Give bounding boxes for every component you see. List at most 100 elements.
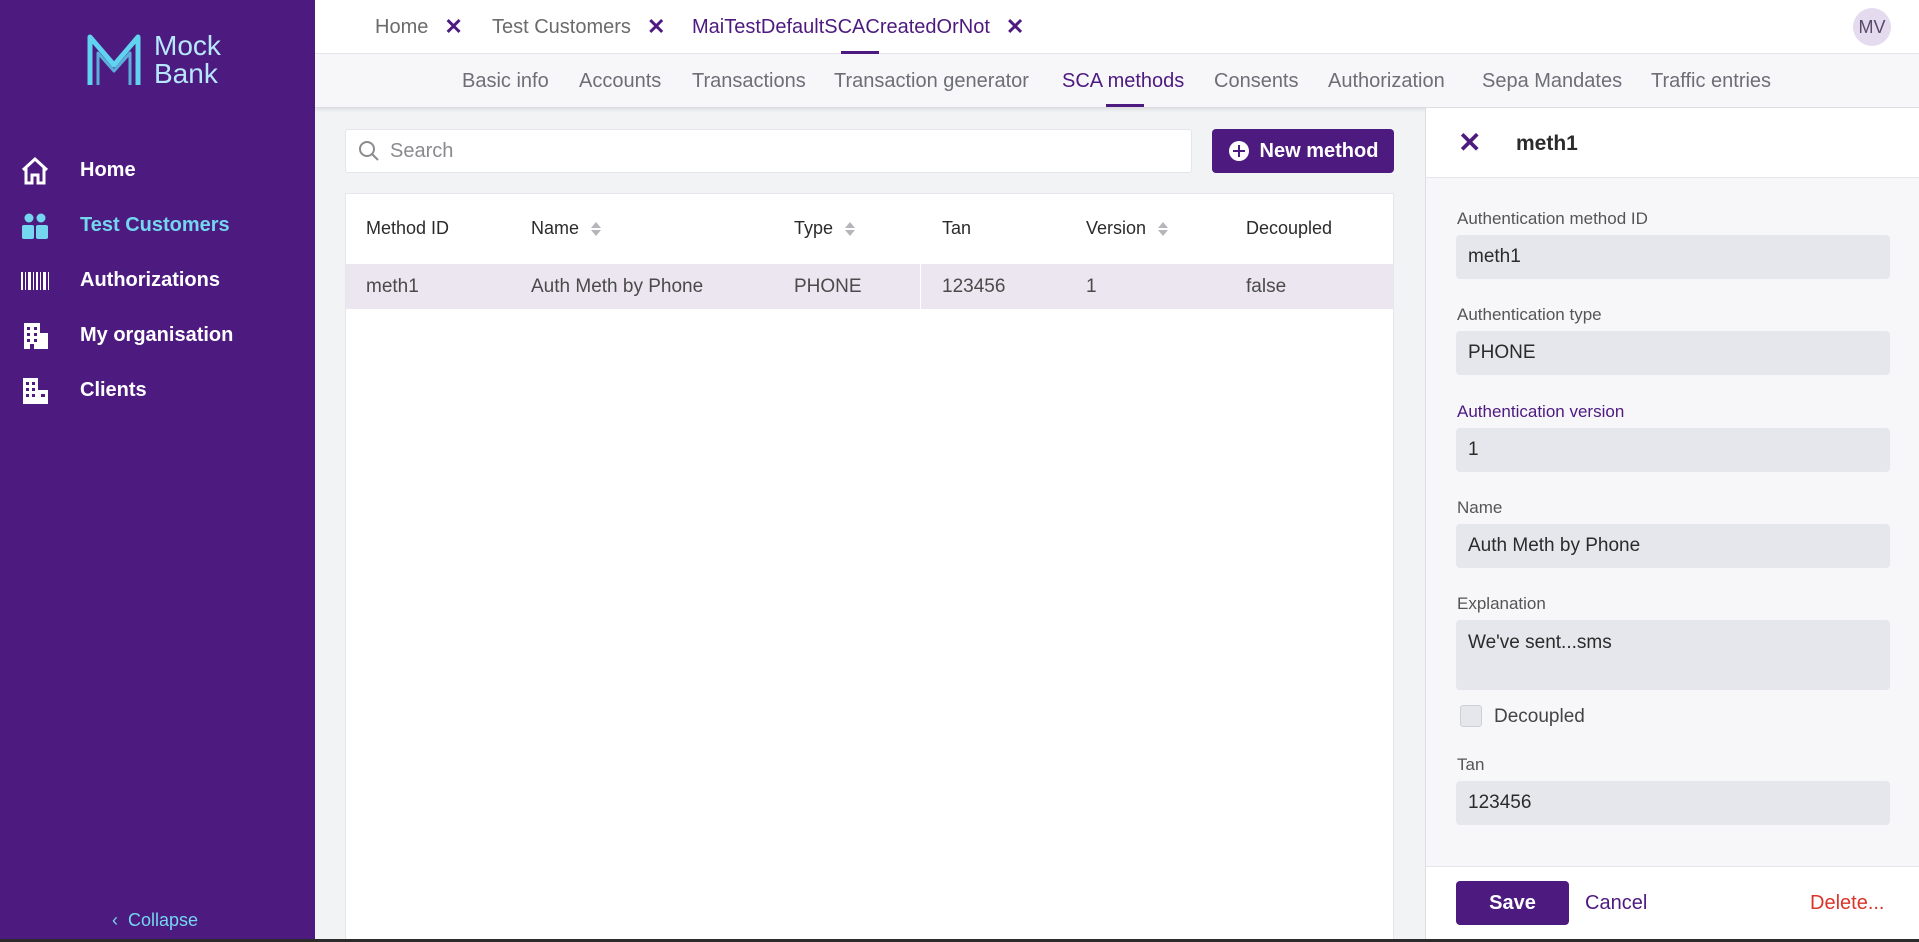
explanation-field[interactable]: We've sent...sms (1456, 620, 1890, 690)
column-header-decoupled: Decoupled (1246, 218, 1332, 239)
method-id-field[interactable] (1456, 235, 1890, 279)
detail-footer: Save Cancel Delete... (1426, 866, 1919, 942)
sort-icon (1158, 221, 1169, 236)
document-tab-bar: Home ✕ Test Customers ✕ MaiTestDefaultSC… (315, 0, 1919, 54)
column-header-name[interactable]: Name (531, 218, 602, 239)
sidebar: Mock Bank Home Test Customers Authorizat… (0, 0, 315, 942)
column-label: Version (1086, 218, 1147, 238)
sidebar-item-label: Test Customers (80, 214, 230, 236)
version-field[interactable] (1456, 428, 1890, 472)
logo-line2: Bank (154, 58, 218, 89)
chevron-left-icon: ‹ (112, 910, 118, 930)
type-label: Authentication type (1457, 305, 1602, 324)
sort-icon (591, 221, 602, 236)
column-label: Method ID (366, 218, 450, 238)
tan-label: Tan (1457, 755, 1485, 774)
detail-header: ✕ meth1 (1426, 108, 1919, 178)
cancel-button[interactable]: Cancel (1585, 892, 1647, 915)
save-button[interactable]: Save (1456, 881, 1569, 925)
sidebar-item-clients[interactable]: Clients (0, 363, 315, 418)
tab-traffic-entries[interactable]: Traffic entries (1651, 70, 1771, 93)
home-icon (20, 156, 50, 186)
tab-label: MaiTestDefaultSCACreatedOrNot (692, 15, 990, 38)
logo: Mock Bank (86, 32, 221, 88)
delete-button[interactable]: Delete... (1810, 892, 1884, 915)
tab-transaction-generator[interactable]: Transaction generator (834, 70, 1029, 93)
column-header-method-id: Method ID (366, 218, 449, 239)
tab-customer-detail[interactable]: MaiTestDefaultSCACreatedOrNot ✕ (692, 0, 1024, 54)
decoupled-label: Decoupled (1494, 706, 1585, 727)
new-method-label: New method (1259, 139, 1379, 162)
sidebar-item-test-customers[interactable]: Test Customers (0, 198, 315, 253)
column-label: Type (794, 218, 834, 238)
sidebar-item-label: Authorizations (80, 269, 220, 291)
name-field[interactable] (1456, 524, 1890, 568)
tab-sca-methods[interactable]: SCA methods (1062, 70, 1184, 93)
collapse-button[interactable]: ‹ Collapse (112, 910, 198, 931)
tab-sepa-mandates[interactable]: Sepa Mandates (1482, 70, 1622, 93)
search-input[interactable] (390, 139, 1170, 163)
sort-icon (845, 221, 856, 236)
table-header: Method ID Name Type Tan Version Decouple… (346, 194, 1393, 264)
tab-consents[interactable]: Consents (1214, 70, 1299, 93)
cell-version: 1 (1086, 276, 1097, 297)
column-label: Tan (942, 218, 972, 238)
active-section-indicator (1106, 104, 1144, 107)
explanation-label: Explanation (1457, 594, 1546, 613)
sidebar-item-my-organisation[interactable]: My organisation (0, 308, 315, 363)
search-box (345, 129, 1192, 173)
search-icon (359, 141, 379, 161)
column-header-version[interactable]: Version (1086, 218, 1169, 239)
close-icon[interactable]: ✕ (647, 14, 665, 40)
plus-circle-icon (1228, 141, 1249, 161)
section-nav: Basic info Accounts Transactions Transac… (315, 54, 1919, 108)
logo-text: Mock Bank (154, 32, 221, 88)
sca-methods-table: Method ID Name Type Tan Version Decouple… (345, 193, 1394, 942)
sidebar-item-authorizations[interactable]: Authorizations (0, 253, 315, 308)
type-field[interactable] (1456, 331, 1890, 375)
people-icon (20, 211, 50, 241)
cell-decoupled: false (1246, 276, 1287, 297)
sidebar-item-home[interactable]: Home (0, 143, 315, 198)
office-icon (20, 376, 50, 406)
detail-title: meth1 (1516, 132, 1578, 155)
avatar[interactable]: MV (1853, 8, 1891, 46)
table-row[interactable]: meth1 Auth Meth by Phone PHONE 123456 1 … (346, 264, 1393, 309)
column-label: Name (531, 218, 580, 238)
cell-name: Auth Meth by Phone (531, 276, 704, 297)
sidebar-nav: Home Test Customers Authorizations My or… (0, 143, 315, 418)
close-icon[interactable]: ✕ (1458, 126, 1481, 159)
method-id-label: Authentication method ID (1457, 209, 1648, 228)
tan-field[interactable] (1456, 781, 1890, 825)
cell-tan: 123456 (942, 276, 1006, 297)
mockbank-logo-icon (87, 34, 141, 85)
close-icon[interactable]: ✕ (444, 14, 462, 40)
cell-method-id: meth1 (366, 276, 419, 297)
tab-transactions[interactable]: Transactions (692, 70, 806, 93)
version-label: Authentication version (1457, 402, 1625, 421)
sidebar-item-label: My organisation (80, 324, 234, 346)
decoupled-checkbox[interactable] (1460, 705, 1482, 727)
column-label: Decoupled (1246, 218, 1333, 238)
barcode-icon (20, 266, 50, 296)
new-method-button[interactable]: New method (1212, 129, 1394, 173)
tab-label: Home (375, 15, 429, 38)
collapse-label: Collapse (128, 910, 199, 930)
name-label: Name (1457, 498, 1503, 517)
tab-basic-info[interactable]: Basic info (462, 70, 549, 93)
building-icon (20, 321, 50, 351)
column-header-type[interactable]: Type (794, 218, 856, 239)
sidebar-item-label: Clients (80, 379, 147, 401)
tab-test-customers[interactable]: Test Customers ✕ (492, 0, 665, 54)
tab-accounts[interactable]: Accounts (579, 70, 661, 93)
column-header-tan: Tan (942, 218, 971, 239)
method-detail-panel: ✕ meth1 Authentication method ID Authent… (1425, 108, 1919, 942)
logo-line1: Mock (154, 30, 221, 61)
tab-home[interactable]: Home ✕ (375, 0, 463, 54)
tab-label: Test Customers (492, 15, 631, 38)
sidebar-item-label: Home (80, 159, 136, 181)
column-divider (920, 264, 921, 309)
tab-authorization[interactable]: Authorization (1328, 70, 1445, 93)
close-icon[interactable]: ✕ (1006, 14, 1024, 40)
cell-type: PHONE (794, 276, 862, 297)
